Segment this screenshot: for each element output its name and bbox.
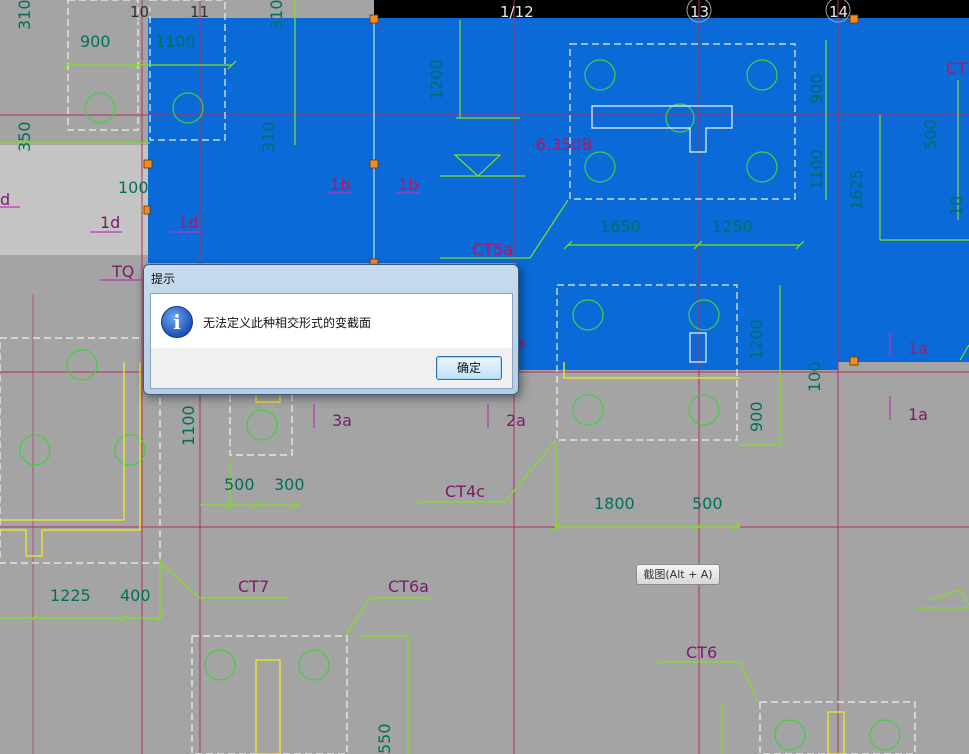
dim-310-mid: 310 bbox=[259, 121, 278, 152]
grid-label-14: 14 bbox=[829, 3, 848, 21]
dim-310-top: 310 bbox=[15, 0, 34, 30]
ct5a-label: CT5a bbox=[472, 240, 513, 259]
grid-label-10: 10 bbox=[130, 3, 149, 21]
label-1d-b: 1d bbox=[178, 213, 198, 232]
label-2a: 2a bbox=[506, 411, 526, 430]
dim-100-left: 100 bbox=[118, 178, 149, 197]
ct-right-label: CT bbox=[946, 59, 967, 78]
dim-1625: 1625 bbox=[847, 169, 866, 210]
label-1b-a: 1b bbox=[330, 175, 350, 194]
dim-500-right: 500 bbox=[921, 119, 940, 150]
dialog-content: i 无法定义此种相交形式的变截面 bbox=[150, 293, 513, 350]
dim-1650: 1650 bbox=[600, 217, 641, 236]
screenshot-tooltip: 截图(Alt + A) bbox=[636, 564, 720, 585]
dim-310-right: 310 bbox=[267, 0, 286, 30]
dim-1225: 1225 bbox=[50, 586, 91, 605]
dim-1100-top: 1100 bbox=[155, 32, 196, 51]
label-d-left: d bbox=[0, 190, 10, 209]
label-1d-a: 1d bbox=[100, 213, 120, 232]
dim-1100-left: 1100 bbox=[179, 405, 198, 446]
dim-500-b: 500 bbox=[692, 494, 723, 513]
top-black-strip bbox=[374, 0, 969, 18]
wall-lines bbox=[0, 362, 845, 754]
grid-label-11: 11 bbox=[190, 3, 209, 21]
dim-100-mid: 100 bbox=[805, 361, 824, 392]
ct6-label: CT6 bbox=[686, 643, 717, 662]
left-light-panel bbox=[0, 145, 148, 255]
ct6a-label: CT6a bbox=[388, 577, 429, 596]
ok-button[interactable]: 确定 bbox=[436, 356, 502, 380]
dim-900-right: 900 bbox=[807, 73, 826, 104]
dim-400: 400 bbox=[120, 586, 151, 605]
grid-label-1-12: 1/12 bbox=[500, 3, 534, 21]
dim-1100-right: 1100 bbox=[807, 149, 826, 190]
dim-550: 550 bbox=[375, 723, 394, 754]
dim-1200-top: 1200 bbox=[427, 59, 446, 100]
dim-10-edge: 10 bbox=[947, 196, 966, 216]
dim-350: 350 bbox=[15, 121, 34, 152]
label-1b-b: 1b bbox=[398, 175, 418, 194]
dim-900: 900 bbox=[80, 32, 111, 51]
dim-900-mid: 900 bbox=[747, 401, 766, 432]
dim-1200-mid: 1200 bbox=[747, 319, 766, 360]
dialog-title: 提示 bbox=[151, 272, 176, 286]
dialog-footer: 确定 bbox=[150, 348, 513, 389]
tq-label: TQ bbox=[111, 262, 134, 281]
label-1a-bottom: 1a bbox=[908, 405, 928, 424]
ct4c-label: CT4c bbox=[445, 482, 485, 501]
dim-1250: 1250 bbox=[712, 217, 753, 236]
dim-1800: 1800 bbox=[594, 494, 635, 513]
ct7-label: CT7 bbox=[238, 577, 269, 596]
dialog-titlebar[interactable]: 提示 bbox=[144, 265, 518, 289]
label-1a-top: 1a bbox=[908, 339, 928, 358]
dim-300: 300 bbox=[274, 475, 305, 494]
label-3a: 3a bbox=[332, 411, 352, 430]
elevation-label: -6.350B bbox=[530, 135, 593, 154]
message-dialog[interactable]: 提示 i 无法定义此种相交形式的变截面 确定 bbox=[143, 264, 519, 395]
information-icon: i bbox=[161, 306, 193, 338]
dialog-message: 无法定义此种相交形式的变截面 bbox=[203, 316, 372, 330]
grid-label-13: 13 bbox=[690, 3, 709, 21]
dim-500-a: 500 bbox=[224, 475, 255, 494]
